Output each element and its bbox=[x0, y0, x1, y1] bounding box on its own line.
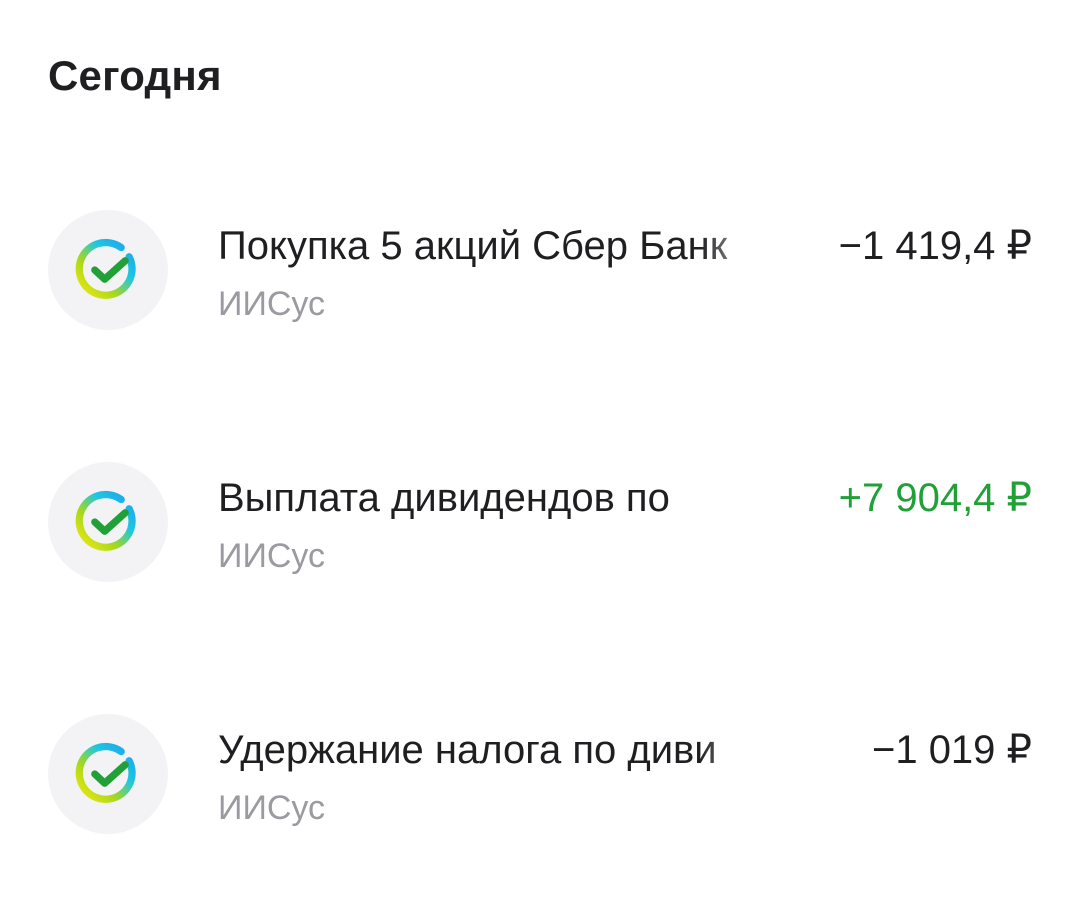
operation-row[interactable]: Покупка 5 акций Сбер Банк ИИСус −1 419,4… bbox=[0, 210, 1080, 334]
operation-amount: −1 419,4 ₽ bbox=[838, 224, 1032, 268]
operation-account: ИИСус bbox=[218, 789, 326, 827]
operation-account: ИИСус bbox=[218, 285, 326, 323]
sber-logo-icon bbox=[48, 714, 168, 834]
operation-row[interactable]: Удержание налога по диви ИИСус −1 019 ₽ bbox=[0, 714, 1080, 838]
operation-title: Удержание налога по диви bbox=[218, 728, 717, 772]
sber-logo-icon bbox=[48, 462, 168, 582]
section-title: Сегодня bbox=[48, 52, 222, 99]
operation-account: ИИСус bbox=[218, 537, 326, 575]
operation-amount: +7 904,4 ₽ bbox=[838, 476, 1032, 520]
operation-row[interactable]: Выплата дивидендов по ИИСус +7 904,4 ₽ bbox=[0, 462, 1080, 586]
operation-amount: −1 019 ₽ bbox=[871, 728, 1032, 772]
operation-title: Покупка 5 акций Сбер Банк bbox=[218, 224, 728, 268]
operation-title: Выплата дивидендов по bbox=[218, 476, 670, 520]
sber-logo-icon bbox=[48, 210, 168, 330]
